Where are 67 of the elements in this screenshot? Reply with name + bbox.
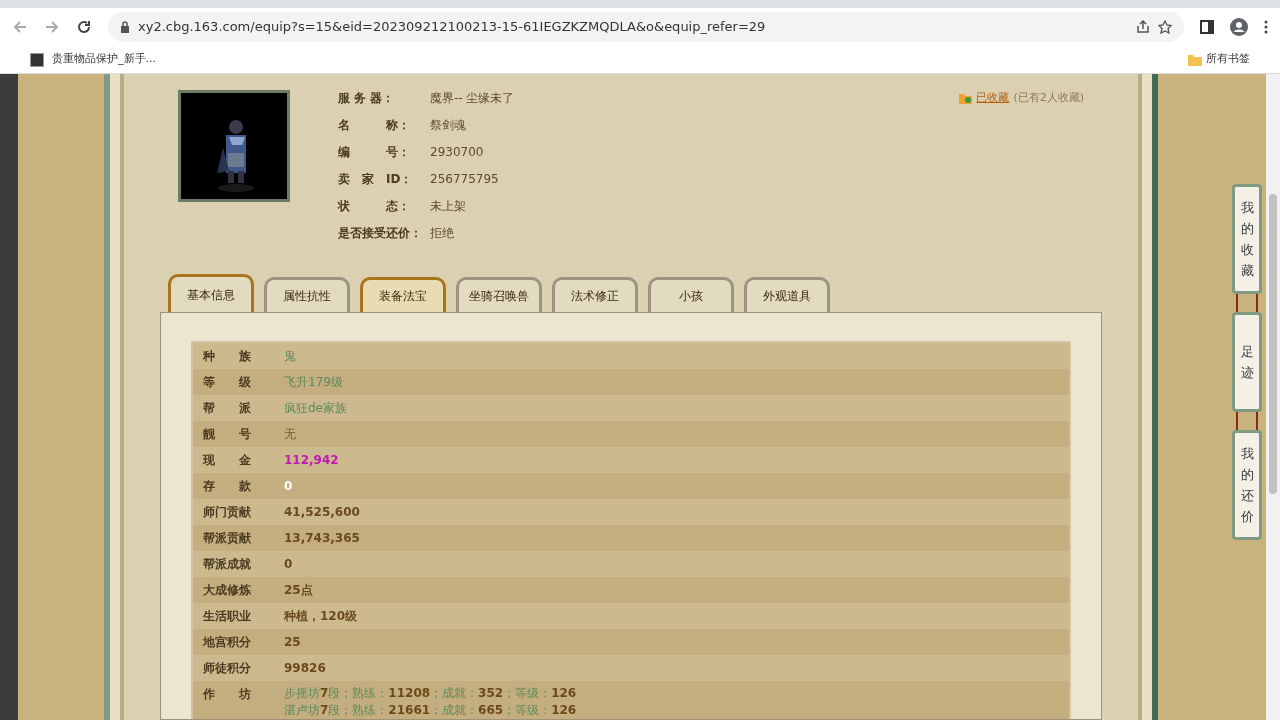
row-value: 0 bbox=[284, 556, 293, 573]
row-label: 存 款 bbox=[203, 478, 252, 495]
field-value: 未上架 bbox=[430, 198, 466, 215]
field-label: 卖 家 ID： bbox=[338, 171, 414, 188]
field-label: 状 态： bbox=[338, 198, 411, 215]
row-label: 帮派成就 bbox=[203, 556, 252, 573]
tab[interactable]: 属性抗性 bbox=[264, 277, 350, 312]
row-label: 帮 派 bbox=[203, 400, 252, 417]
row-label: 生活职业 bbox=[203, 608, 252, 625]
row-value: 鬼 bbox=[284, 348, 296, 365]
row-value: 飞升179级 bbox=[284, 374, 343, 391]
folder-add-icon bbox=[959, 92, 973, 104]
field-label: 名 称： bbox=[338, 117, 411, 134]
star-icon[interactable] bbox=[1158, 20, 1172, 34]
bookmark-link[interactable]: 所有书签 bbox=[1206, 51, 1250, 68]
row-label: 地宫积分 bbox=[203, 634, 252, 651]
row-label: 师门贡献 bbox=[203, 504, 252, 521]
share-icon[interactable] bbox=[1136, 20, 1150, 34]
row-value: 112,942 bbox=[284, 452, 339, 469]
favorite-count: (已有2人收藏) bbox=[1013, 90, 1084, 106]
row-label: 师徒积分 bbox=[203, 660, 252, 677]
folder-icon bbox=[1188, 53, 1202, 66]
row-label: 大成修炼 bbox=[203, 582, 252, 599]
bookmark-favicon-icon bbox=[30, 52, 44, 67]
row-value: 种植，120级 bbox=[284, 608, 358, 625]
row-value: 25 bbox=[284, 634, 301, 651]
row-value: 无 bbox=[284, 426, 296, 443]
field-label: 编 号： bbox=[338, 144, 411, 161]
tab[interactable]: 装备法宝 bbox=[360, 277, 446, 312]
field-value: 256775795 bbox=[430, 171, 499, 188]
lock-icon bbox=[120, 21, 130, 33]
sidebar-icon[interactable] bbox=[1200, 20, 1214, 34]
row-value: 13,743,365 bbox=[284, 530, 360, 547]
row-label: 靓 号 bbox=[203, 426, 252, 443]
field-value: 祭剑魂 bbox=[430, 117, 466, 134]
row-value: 0 bbox=[284, 478, 293, 495]
reload-icon[interactable] bbox=[76, 19, 92, 35]
tab[interactable]: 小孩 bbox=[648, 277, 734, 312]
row-label: 现 金 bbox=[203, 452, 252, 469]
field-label: 服 务 器： bbox=[338, 90, 396, 107]
field-value: 拒绝 bbox=[430, 225, 454, 242]
workshop-line: 步摇坊7段；熟练：11208；成就：352；等级：126 bbox=[284, 685, 577, 702]
scrollbar-thumb[interactable] bbox=[1269, 194, 1277, 494]
field-label: 是否接受还价： bbox=[338, 225, 423, 242]
row-label: 作 坊 bbox=[203, 686, 252, 703]
workshop-line: 湛卢坊7段；熟练：21661；成就：665；等级：126 bbox=[284, 702, 577, 719]
menu-icon[interactable] bbox=[1264, 20, 1268, 34]
tab[interactable]: 法术修正 bbox=[552, 277, 638, 312]
row-label: 帮派贡献 bbox=[203, 530, 252, 547]
profile-icon[interactable] bbox=[1230, 18, 1248, 36]
address-bar[interactable]: xy2.cbg.163.com/equip?s=15&eid=202309212100213-15-61IEGZKZMQDLA&o&equip_refer=29 bbox=[108, 12, 1184, 42]
row-value: 25点 bbox=[284, 582, 313, 599]
tab[interactable]: 外观道具 bbox=[744, 277, 830, 312]
side-button[interactable]: 足迹 bbox=[1232, 312, 1262, 412]
tab[interactable]: 基本信息 bbox=[168, 274, 254, 312]
row-label: 等 级 bbox=[203, 374, 252, 391]
tab[interactable]: 坐骑召唤兽 bbox=[456, 277, 542, 312]
field-value: 魔界-- 尘缘未了 bbox=[430, 90, 515, 107]
bookmark-link[interactable]: 贵重物品保护_新手... bbox=[52, 51, 156, 68]
row-value: 99826 bbox=[284, 660, 326, 677]
row-value: 疯狂de家族 bbox=[284, 400, 347, 417]
url-text: xy2.cbg.163.com/equip?s=15&eid=202309212100213-15-61IEGZKZMQDLA&o&equip_refer=29 bbox=[138, 18, 767, 37]
field-value: 2930700 bbox=[430, 144, 484, 161]
row-value: 41,525,600 bbox=[284, 504, 360, 521]
row-label: 种 族 bbox=[203, 348, 252, 365]
side-button[interactable]: 我的收藏 bbox=[1232, 184, 1262, 294]
side-button[interactable]: 我的还价 bbox=[1232, 430, 1262, 540]
